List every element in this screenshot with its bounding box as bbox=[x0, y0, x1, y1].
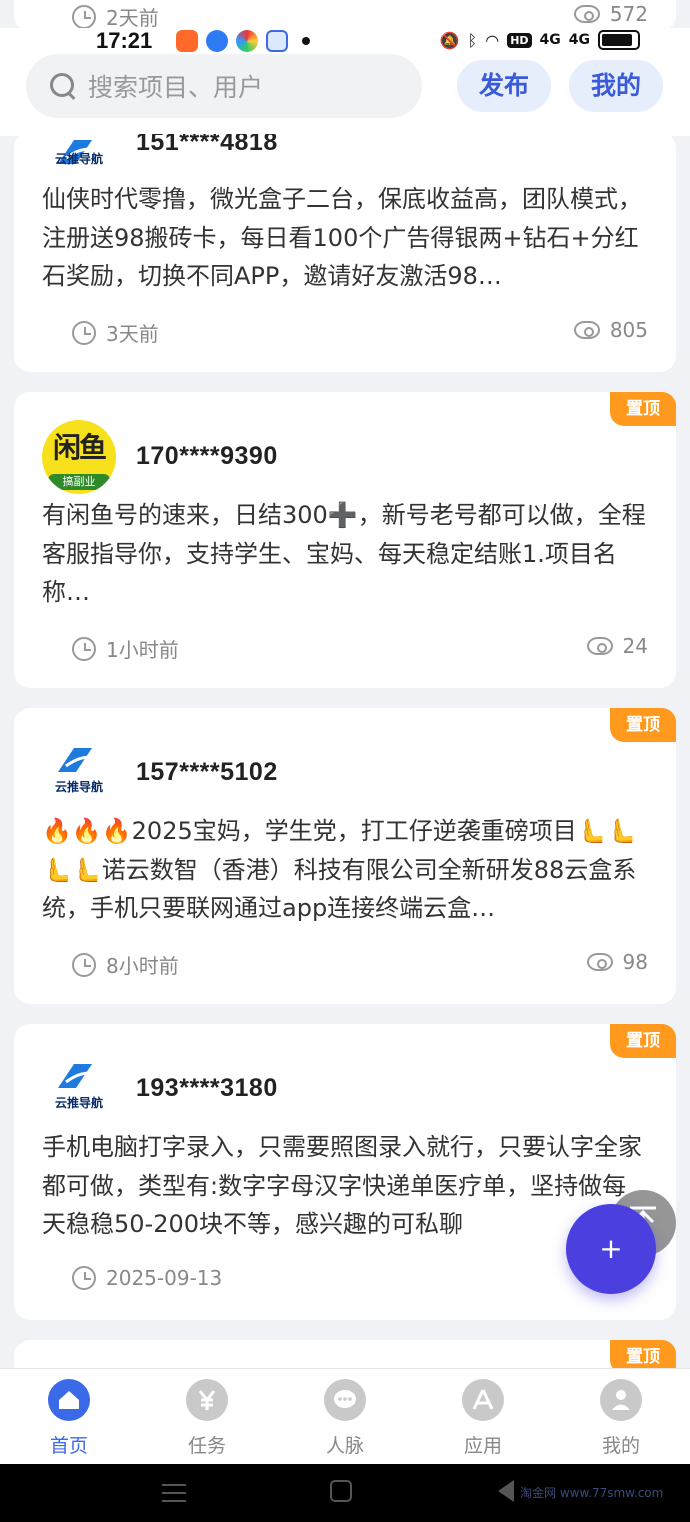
post-time: 2天前 bbox=[72, 2, 159, 31]
post-text: 有闲鱼号的速来，日结300➕，新号老号都可以做，全程客服指导你，支持学生、宝妈、… bbox=[42, 501, 646, 606]
post-card[interactable]: 置顶 闲鱼 搞副业 170****9390 有闲鱼号的速来，日结300➕，新号老… bbox=[14, 392, 676, 688]
tab-apps[interactable]: 应用 bbox=[414, 1369, 552, 1464]
user-name: 193****3180 bbox=[136, 1074, 278, 1102]
post-time: 2025-09-13 bbox=[72, 1266, 222, 1290]
notification-icons bbox=[176, 30, 310, 52]
views-text: 98 bbox=[622, 950, 648, 974]
partial-card-top[interactable]: 2天前 572 bbox=[14, 0, 676, 30]
post-views: 24 bbox=[586, 634, 648, 658]
my-posts-button[interactable]: 我的 bbox=[569, 60, 664, 112]
avatar-caption: 云推导航 bbox=[54, 1096, 103, 1110]
user-name: 151****4818 bbox=[136, 128, 278, 156]
avatar-subtitle: 搞副业 bbox=[48, 474, 110, 490]
time-text: 2天前 bbox=[106, 6, 159, 30]
watermark: 淘金网 www.77smw.com bbox=[520, 1486, 664, 1500]
publish-button[interactable]: 发布 bbox=[457, 60, 552, 112]
time-text: 1小时前 bbox=[106, 638, 179, 662]
bluetooth-icon: ᛒ bbox=[467, 30, 478, 50]
mute-icon: 🔕 bbox=[439, 30, 460, 50]
tab-label: 应用 bbox=[463, 1435, 502, 1457]
back-nav-icon[interactable] bbox=[498, 1480, 514, 1502]
avatar: 云推导航 bbox=[42, 1052, 116, 1126]
search-icon bbox=[48, 71, 78, 101]
clock-icon bbox=[72, 1266, 96, 1290]
avatar-title: 闲鱼 bbox=[52, 431, 107, 464]
yen-icon bbox=[186, 1379, 228, 1421]
eye-icon bbox=[573, 321, 600, 339]
app-notification-icon bbox=[176, 30, 198, 52]
post-time: 1小时前 bbox=[72, 634, 179, 663]
tab-profile[interactable]: 我的 bbox=[552, 1369, 690, 1464]
add-post-button[interactable]: + bbox=[566, 1204, 656, 1294]
clock-icon bbox=[72, 636, 96, 661]
app-notification-icon bbox=[266, 30, 288, 52]
post-text: 手机电脑打字录入，只需要照图录入就行，只要认字全家都可做，类型有:数字字母汉字快… bbox=[42, 1133, 642, 1238]
post-time: 8小时前 bbox=[72, 950, 179, 979]
hd-badge: HD bbox=[507, 32, 532, 48]
tab-home[interactable]: 首页 bbox=[0, 1369, 138, 1464]
avatar: 闲鱼 搞副业 bbox=[42, 420, 116, 494]
user-name: 170****9390 bbox=[136, 442, 278, 470]
yuntui-logo-icon bbox=[58, 748, 99, 772]
post-text: 仙侠时代零撸，微光盒子二台，保底收益高，团队模式，注册送98搬砖卡，每日看100… bbox=[42, 185, 642, 290]
apps-icon bbox=[462, 1379, 504, 1421]
post-views: 98 bbox=[586, 950, 648, 974]
status-time: 17:21 bbox=[96, 28, 153, 53]
tab-label: 首页 bbox=[49, 1435, 88, 1457]
user-name: 157****5102 bbox=[136, 758, 278, 786]
pinned-badge: 置顶 bbox=[610, 708, 676, 742]
signal-4g-icon: 4G bbox=[539, 32, 561, 48]
eye-icon bbox=[586, 953, 613, 971]
search-bar[interactable]: 搜索项目、用户 bbox=[26, 54, 422, 118]
tab-label: 我的 bbox=[601, 1435, 640, 1457]
clock-icon bbox=[72, 952, 96, 977]
views-text: 805 bbox=[609, 318, 648, 342]
tab-contacts[interactable]: 人脉 bbox=[276, 1369, 414, 1464]
views-text: 572 bbox=[609, 2, 648, 26]
home-icon bbox=[48, 1379, 90, 1421]
eye-icon bbox=[573, 5, 600, 23]
wifi-icon: ◠ bbox=[485, 30, 500, 50]
time-text: 8小时前 bbox=[106, 954, 179, 978]
battery-icon bbox=[598, 30, 640, 50]
user-icon bbox=[600, 1379, 642, 1421]
post-views: 805 bbox=[573, 318, 648, 342]
post-text: 🔥🔥🔥2025宝妈，学生党，打工仔逆袭重磅项目🫷🫷🫷🫷诺云数智（香港）科技有限公… bbox=[42, 817, 637, 922]
tab-tasks[interactable]: 任务 bbox=[138, 1369, 276, 1464]
status-bar: 17:21 🔕 ᛒ ◠ HD 4G 4G bbox=[0, 28, 690, 54]
app-notification-icon bbox=[206, 30, 228, 52]
tab-label: 人脉 bbox=[325, 1435, 364, 1457]
pinned-badge: 置顶 bbox=[610, 1024, 676, 1058]
signal-4g-icon: 4G bbox=[568, 32, 590, 48]
post-time: 3天前 bbox=[72, 318, 159, 347]
chat-icon bbox=[324, 1379, 366, 1421]
app-notification-icon bbox=[236, 30, 258, 52]
system-nav-bar: 淘金网 www.77smw.com bbox=[0, 1464, 690, 1522]
eye-icon bbox=[586, 637, 613, 655]
header: 搜索项目、用户 发布 我的 bbox=[0, 54, 690, 136]
avatar-caption: 云推导航 bbox=[54, 780, 103, 794]
post-views: 572 bbox=[573, 2, 648, 26]
pinned-badge: 置顶 bbox=[610, 392, 676, 426]
time-text: 3天前 bbox=[106, 322, 159, 346]
recent-apps-icon[interactable] bbox=[162, 1484, 186, 1502]
more-dot-icon bbox=[302, 37, 310, 45]
system-status-icons: 🔕 ᛒ ◠ HD 4G 4G bbox=[440, 30, 640, 50]
yuntui-logo-icon bbox=[58, 1064, 99, 1088]
avatar: 云推导航 bbox=[42, 736, 116, 810]
bottom-tab-bar: 首页 任务 人脉 应用 我的 bbox=[0, 1368, 690, 1464]
tab-label: 任务 bbox=[187, 1435, 226, 1457]
time-text: 2025-09-13 bbox=[106, 1266, 223, 1290]
clock-icon bbox=[72, 320, 96, 345]
search-placeholder: 搜索项目、用户 bbox=[88, 73, 264, 102]
views-text: 24 bbox=[622, 634, 648, 658]
post-card[interactable]: 云推导航 151****4818 仙侠时代零撸，微光盒子二台，保底收益高，团队模… bbox=[14, 128, 676, 372]
clock-icon bbox=[72, 4, 96, 29]
avatar-caption: 云推导航 bbox=[54, 152, 103, 166]
home-nav-icon[interactable] bbox=[330, 1480, 352, 1502]
post-card[interactable]: 置顶 云推导航 157****5102 🔥🔥🔥2025宝妈，学生党，打工仔逆袭重… bbox=[14, 708, 676, 1004]
